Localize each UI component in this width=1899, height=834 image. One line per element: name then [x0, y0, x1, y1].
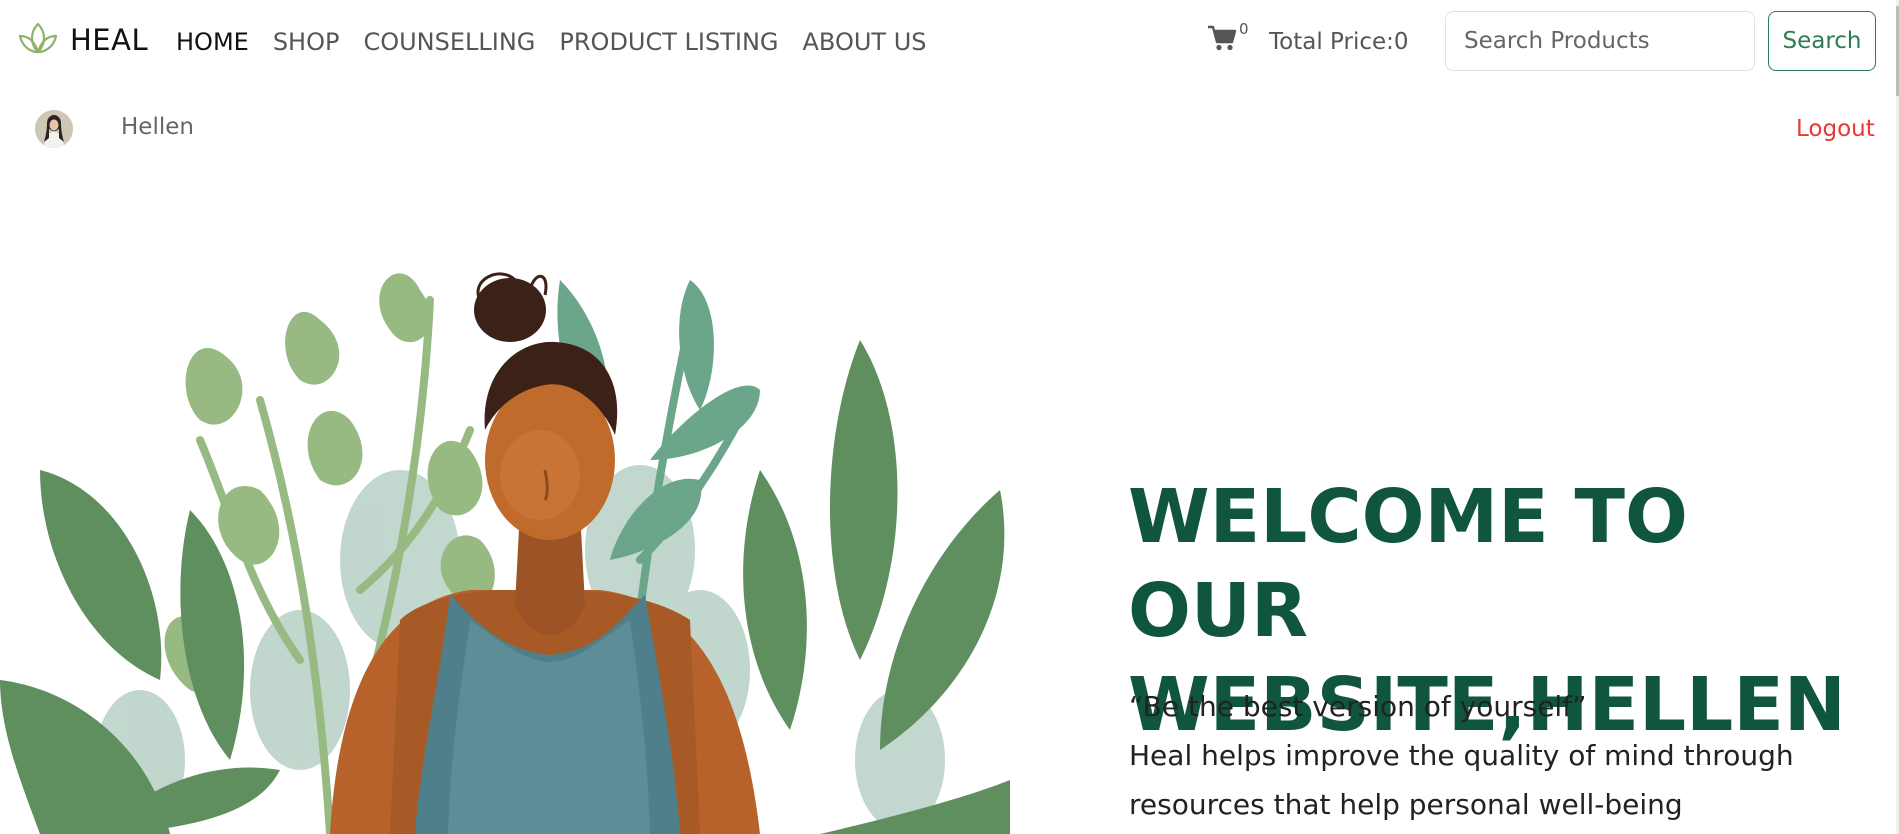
- cart-link[interactable]: 0: [1207, 20, 1249, 52]
- top-navbar: HEAL HOME SHOP COUNSELLING PRODUCT LISTI…: [0, 0, 1899, 84]
- logout-link[interactable]: Logout: [1796, 116, 1875, 142]
- meditating-woman-illustration: [0, 272, 1010, 834]
- brand-link[interactable]: HEAL: [16, 20, 148, 60]
- nav-links: HOME SHOP COUNSELLING PRODUCT LISTING AB…: [176, 28, 951, 56]
- hero-description-line-2: resources that help personal well-being: [1129, 788, 1683, 821]
- nav-product-listing[interactable]: PRODUCT LISTING: [559, 28, 778, 56]
- avatar: [35, 110, 73, 148]
- cart-icon: [1208, 25, 1237, 51]
- hero-quote: “Be the best version of yourself”: [1129, 690, 1587, 723]
- total-price: Total Price:0: [1269, 29, 1409, 55]
- avatar-photo: [35, 110, 73, 148]
- brand-name: HEAL: [70, 23, 149, 57]
- search-button[interactable]: Search: [1768, 11, 1876, 71]
- nav-shop[interactable]: SHOP: [273, 28, 340, 56]
- nav-counselling[interactable]: COUNSELLING: [363, 28, 535, 56]
- search-input[interactable]: [1445, 11, 1755, 71]
- lotus-icon: [18, 22, 58, 54]
- nav-about-us[interactable]: ABOUT US: [803, 28, 927, 56]
- username: Hellen: [121, 114, 194, 140]
- hero-description-line-1: Heal helps improve the quality of mind t…: [1129, 739, 1794, 772]
- hero-text: “Be the best version of yourself” Heal h…: [1129, 682, 1829, 829]
- cart-count-badge: 0: [1239, 20, 1249, 38]
- nav-home[interactable]: HOME: [176, 28, 249, 56]
